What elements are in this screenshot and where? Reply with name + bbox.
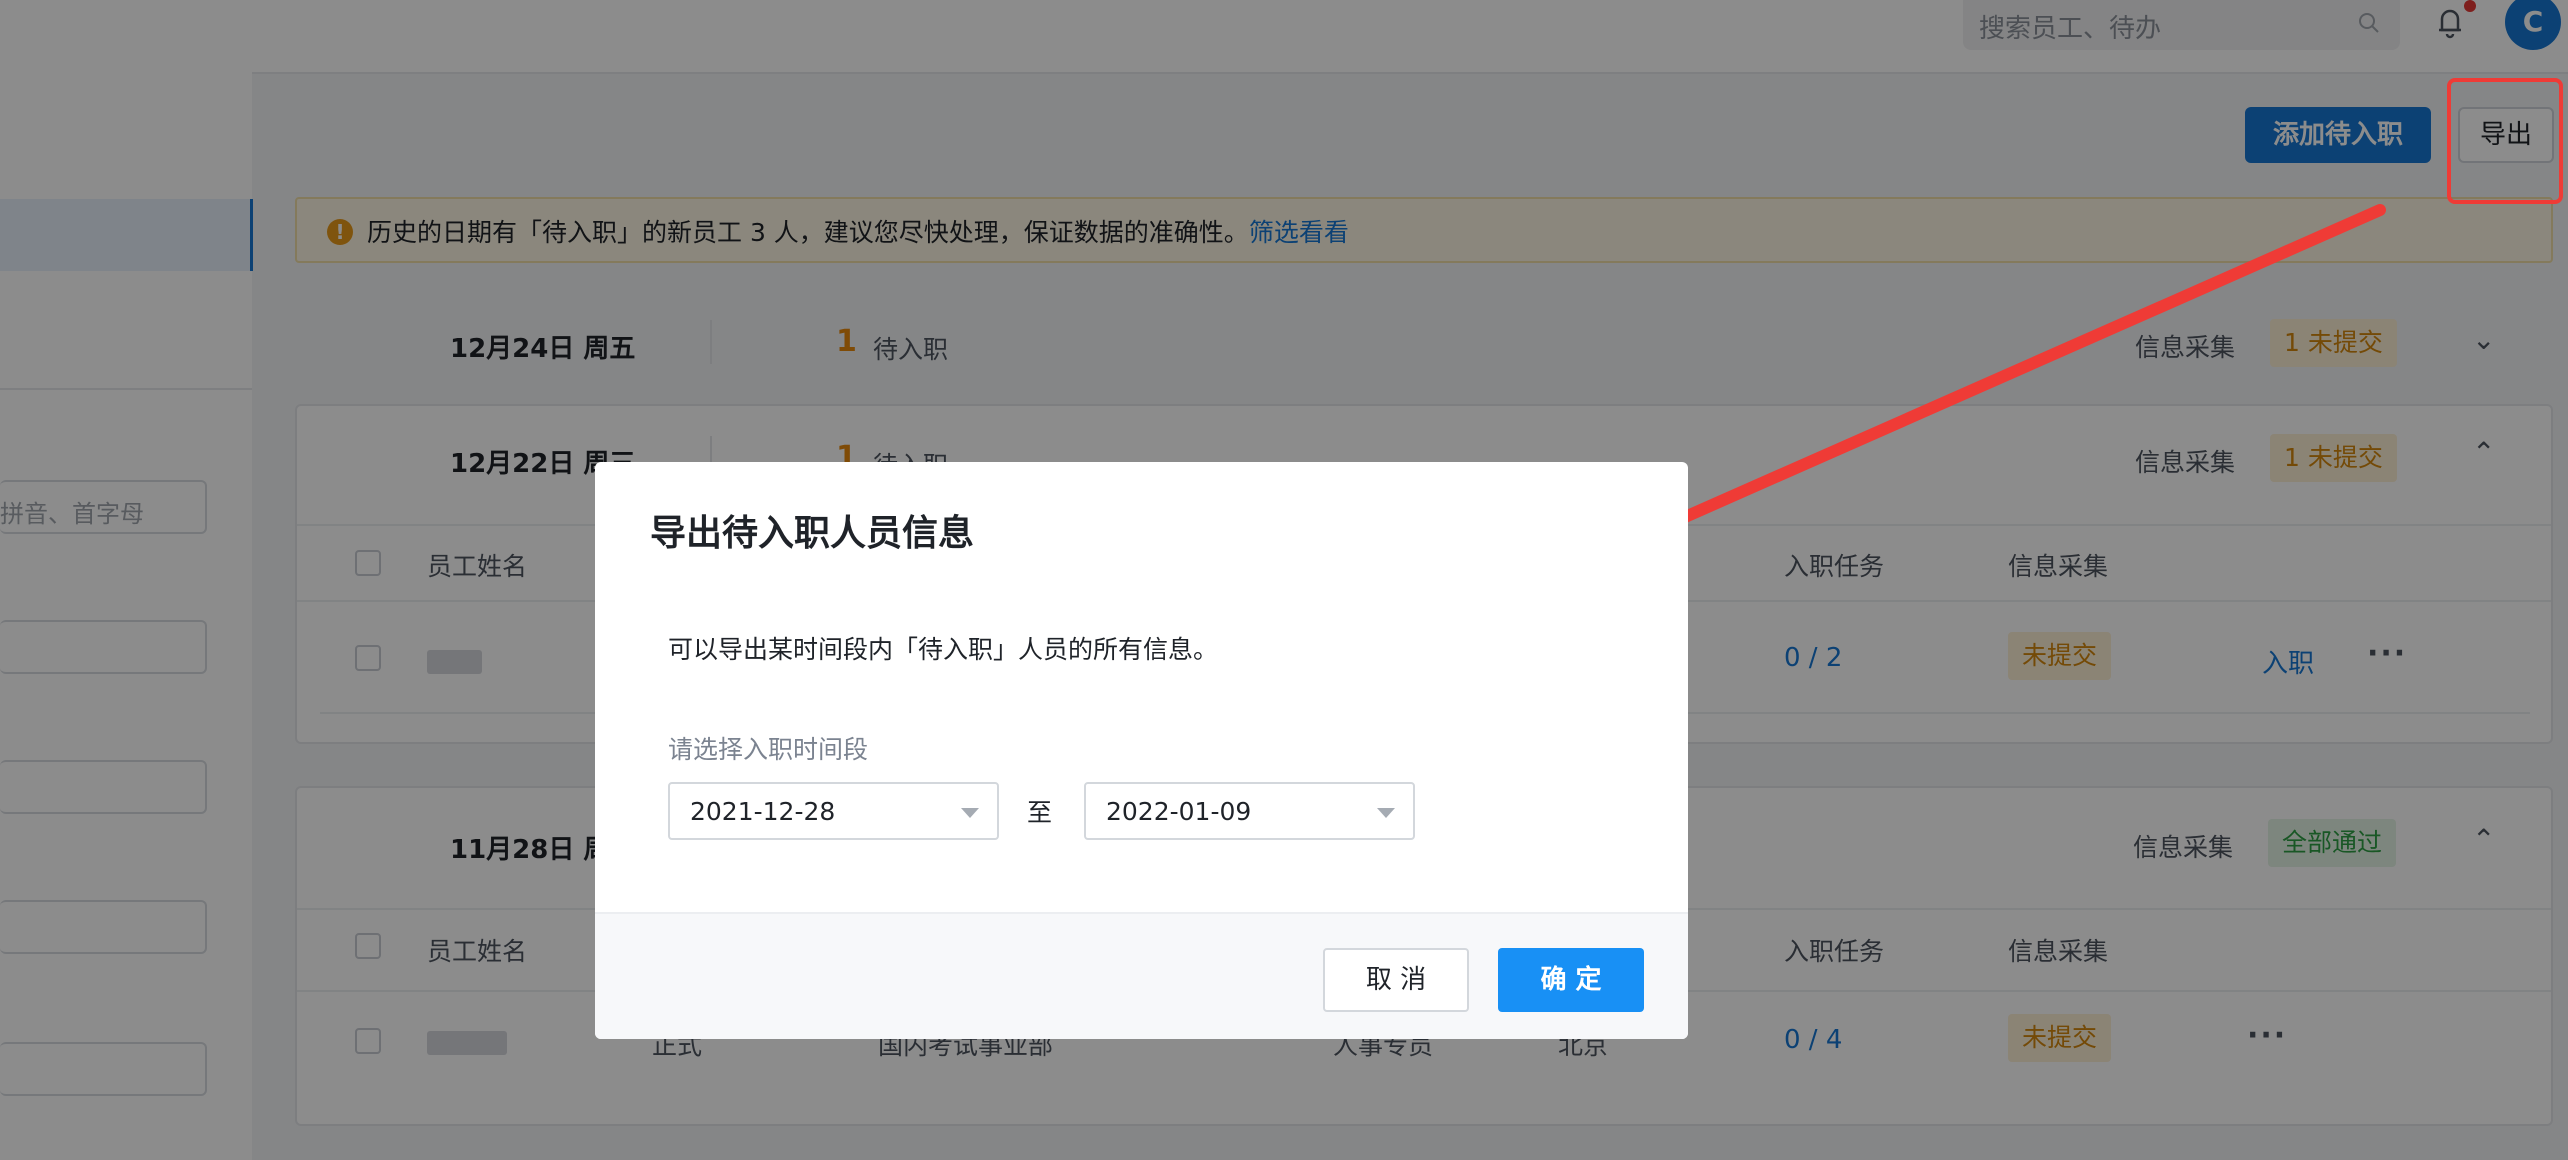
end-date-select[interactable]: 2022-01-09	[1084, 782, 1415, 840]
export-dialog: 导出待入职人员信息 可以导出某时间段内「待入职」人员的所有信息。 请选择入职时间…	[595, 462, 1688, 1039]
range-separator: 至	[1027, 798, 1053, 827]
caret-down-icon	[1377, 808, 1395, 818]
start-date-select[interactable]: 2021-12-28	[668, 782, 999, 840]
caret-down-icon	[961, 808, 979, 818]
end-date-value: 2022-01-09	[1106, 797, 1252, 826]
confirm-button[interactable]: 确 定	[1498, 948, 1644, 1012]
cancel-button[interactable]: 取 消	[1323, 948, 1469, 1012]
dialog-title: 导出待入职人员信息	[650, 513, 975, 554]
dialog-description: 可以导出某时间段内「待入职」人员的所有信息。	[668, 635, 1219, 664]
start-date-value: 2021-12-28	[690, 797, 836, 826]
date-range-label: 请选择入职时间段	[668, 735, 869, 764]
dialog-footer: 取 消 确 定	[595, 912, 1688, 1039]
